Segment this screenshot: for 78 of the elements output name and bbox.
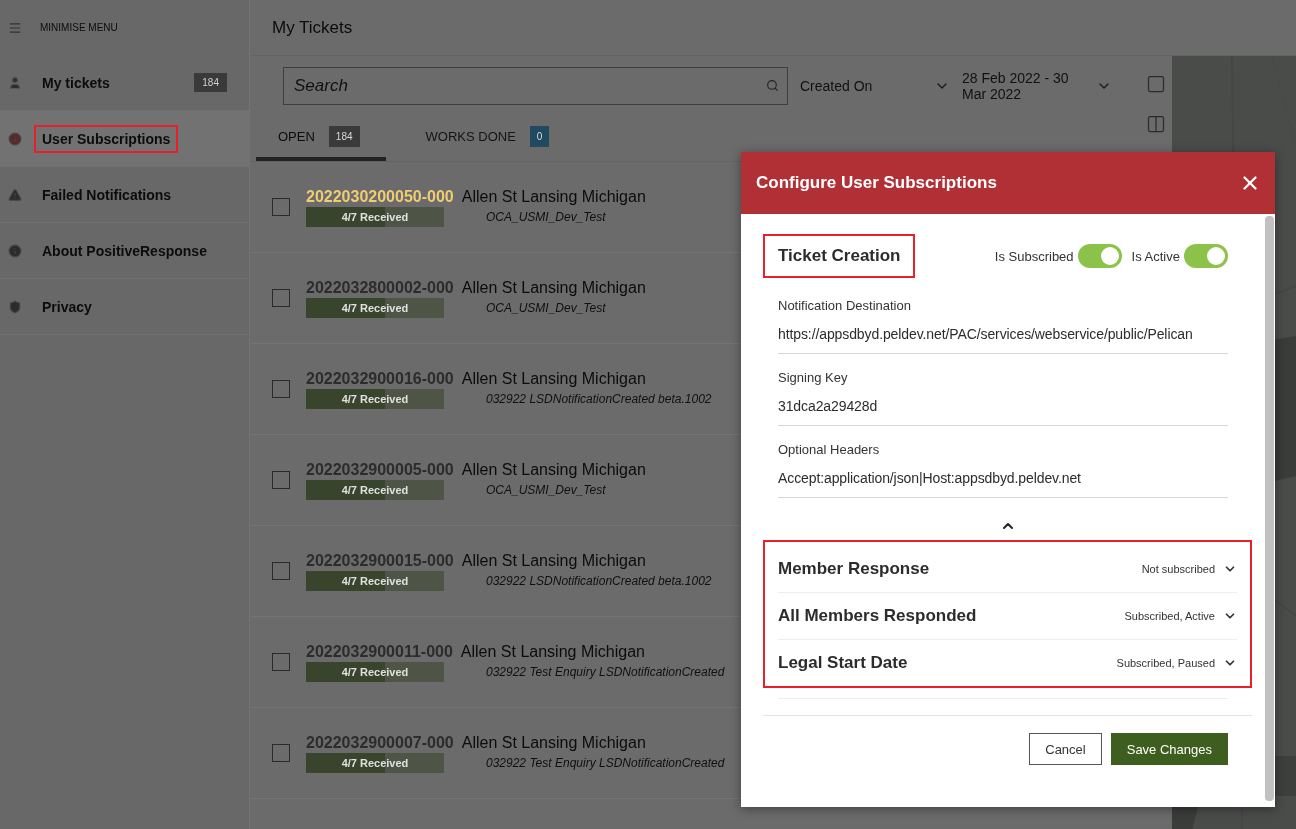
square-icon[interactable]: [1146, 74, 1166, 94]
sidebar-item-label: Failed Notifications: [42, 186, 173, 203]
toggle-switch[interactable]: [1077, 244, 1122, 268]
ticket-address: Allen St Lansing Michigan: [461, 551, 646, 570]
sidebar-item[interactable]: User Subscriptions: [0, 111, 249, 167]
shield-icon: [8, 299, 22, 314]
count-badge: 184: [194, 73, 227, 92]
ticket-address: Allen St Lansing Michigan: [461, 278, 646, 297]
dialog-title: Configure User Subscriptions: [756, 173, 997, 193]
ticket-id: 2022030200050-000: [306, 187, 454, 206]
ticket-id: 2022032900007-000: [306, 733, 454, 752]
ticket-id: 2022032900011-000: [306, 642, 453, 661]
progress-bar: 4/7 Received: [306, 297, 444, 318]
section-status[interactable]: Not subscribed: [1141, 562, 1237, 576]
cancel-button[interactable]: Cancel: [1029, 733, 1102, 765]
tab[interactable]: WORKS DONE 0: [403, 116, 576, 161]
ticket-note: 032922 LSDNotificationCreated beta.1002: [486, 573, 712, 588]
sidebar-item-label: User Subscriptions: [34, 124, 179, 153]
section-title: Legal Start Date: [778, 653, 908, 673]
checkbox[interactable]: [272, 380, 290, 398]
ticket-note: OCA_USMI_Dev_Test: [486, 209, 606, 224]
progress-bar: 4/7 Received: [306, 570, 444, 591]
count-badge: 184: [328, 126, 360, 147]
page-title: My Tickets: [272, 17, 353, 38]
section-title: Member Response: [778, 559, 930, 579]
sidebar-item[interactable]: Privacy: [0, 279, 249, 335]
tab-label: WORKS DONE: [425, 129, 516, 144]
ticket-note: 032922 Test Enquiry LSDNotificationCreated: [486, 755, 725, 770]
field-label: Notification Destination: [778, 298, 912, 313]
progress-bar: 4/7 Received: [306, 752, 444, 773]
tab[interactable]: OPEN 184: [256, 116, 386, 161]
section-title: Ticket Creation: [763, 234, 915, 278]
ticket-note: OCA_USMI_Dev_Test: [486, 482, 606, 497]
sidebar-item-label: About PositiveResponse: [42, 242, 208, 259]
sidebar-item[interactable]: Failed Notifications: [0, 167, 249, 223]
date-range-dropdown[interactable]: 28 Feb 2022 - 30 Mar 2022: [962, 70, 1112, 102]
sort-dropdown[interactable]: Created On: [800, 78, 950, 94]
count-badge: 0: [529, 126, 550, 147]
ticket-id: 2022032900015-000: [306, 551, 454, 570]
sidebar-item-label: My tickets: [42, 74, 111, 91]
save-button[interactable]: Save Changes: [1110, 733, 1228, 765]
checkbox[interactable]: [272, 653, 290, 671]
checkbox[interactable]: [272, 289, 290, 307]
ticket-id: 2022032900016-000: [306, 369, 454, 388]
info-icon: [8, 243, 22, 258]
search-field[interactable]: Search: [283, 67, 788, 105]
minimise-menu-label[interactable]: MINIMISE MENU: [40, 22, 118, 33]
field-label: Signing Key: [778, 370, 849, 385]
ticket-note: OCA_USMI_Dev_Test: [486, 300, 606, 315]
search-icon: [766, 79, 779, 92]
user-icon: [8, 75, 22, 90]
progress-bar: 4/7 Received: [306, 388, 444, 409]
checkbox[interactable]: [272, 744, 290, 762]
scrollbar[interactable]: [1265, 216, 1274, 801]
toggle-switch[interactable]: [1184, 244, 1228, 268]
ticket-address: Allen St Lansing Michigan: [461, 369, 646, 388]
ticket-address: Allen St Lansing Michigan: [461, 733, 646, 752]
progress-bar: 4/7 Received: [306, 479, 444, 500]
info-icon: [8, 131, 22, 146]
sidebar-item[interactable]: About PositiveResponse: [0, 223, 249, 279]
tab-label: OPEN: [278, 129, 315, 144]
ticket-address: Allen St Lansing Michigan: [461, 460, 646, 479]
ticket-address: Allen St Lansing Michigan: [460, 642, 645, 661]
warning-icon: [8, 187, 22, 202]
menu-icon[interactable]: [8, 20, 22, 35]
progress-bar: 4/7 Received: [306, 661, 444, 682]
ticket-address: Allen St Lansing Michigan: [461, 187, 646, 206]
sidebar-item-label: Privacy: [42, 298, 93, 315]
checkbox[interactable]: [272, 198, 290, 216]
ticket-id: 2022032800002-000: [306, 278, 454, 297]
progress-bar: 4/7 Received: [306, 206, 444, 227]
checkbox[interactable]: [272, 562, 290, 580]
checkbox[interactable]: [272, 471, 290, 489]
ticket-id: 2022032900005-000: [306, 460, 454, 479]
ticket-note: 032922 Test Enquiry LSDNotificationCreated: [486, 664, 725, 679]
split-panel-icon[interactable]: [1146, 114, 1166, 134]
field-label: Optional Headers: [778, 442, 881, 457]
ticket-note: 032922 LSDNotificationCreated beta.1002: [486, 391, 712, 406]
